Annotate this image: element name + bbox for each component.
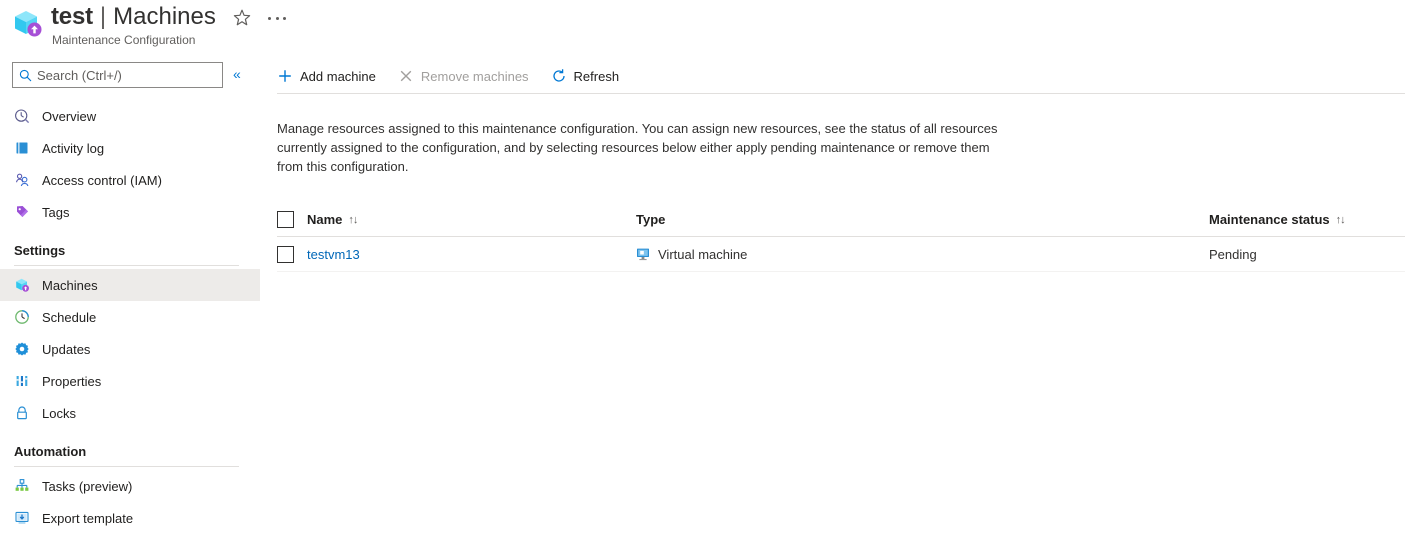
- sidebar-item-properties[interactable]: Properties: [0, 365, 260, 397]
- column-header-label: Type: [636, 212, 666, 227]
- column-header-label: Maintenance status: [1209, 212, 1330, 227]
- properties-icon: [14, 373, 30, 389]
- cell-name: testvm13: [307, 247, 636, 262]
- page-title: test | Machines: [51, 0, 216, 34]
- activity-log-icon: [14, 140, 30, 156]
- refresh-button[interactable]: Refresh: [551, 60, 630, 92]
- sidebar-item-tasks[interactable]: Tasks (preview): [0, 470, 260, 502]
- sidebar-item-activity-log[interactable]: Activity log: [0, 132, 260, 164]
- search-input[interactable]: Search (Ctrl+/): [12, 62, 223, 88]
- tags-icon: [14, 204, 30, 220]
- remove-machines-label: Remove machines: [420, 68, 529, 84]
- search-placeholder: Search (Ctrl+/): [37, 67, 122, 83]
- sidebar: Search (Ctrl+/) « Overview Activity log …: [0, 56, 260, 527]
- updates-gear-icon: [14, 341, 30, 357]
- cell-type: Virtual machine: [636, 247, 1209, 262]
- refresh-label: Refresh: [573, 68, 620, 84]
- sidebar-group-label: Automation: [14, 444, 87, 459]
- column-header-type[interactable]: Type: [636, 212, 1209, 227]
- row-checkbox-cell: [277, 245, 307, 263]
- column-header-maintenance-status[interactable]: Maintenance status ↑↓: [1209, 212, 1405, 227]
- sidebar-item-label: Schedule: [42, 309, 97, 325]
- sidebar-item-updates[interactable]: Updates: [0, 333, 260, 365]
- select-all-checkbox-cell: [277, 211, 307, 228]
- machines-table: Name ↑↓ Type Maintenance status ↑↓ testv…: [277, 203, 1405, 272]
- refresh-icon: [551, 68, 567, 84]
- row-checkbox[interactable]: [277, 245, 294, 263]
- tasks-icon: [14, 478, 30, 494]
- virtual-machine-icon: [636, 247, 650, 261]
- select-all-checkbox[interactable]: [277, 211, 294, 228]
- sidebar-group-automation: Automation: [0, 429, 260, 463]
- page-title-section: Machines: [113, 3, 216, 30]
- command-bar-divider: [277, 93, 1405, 94]
- page-header: test | Machines Maintenance Configuratio…: [0, 0, 1405, 52]
- sort-icon[interactable]: ↑↓: [348, 214, 358, 226]
- lock-icon: [14, 405, 30, 421]
- machine-name-link[interactable]: testvm13: [307, 247, 360, 262]
- sidebar-nav-list: Overview Activity log Access control (IA…: [0, 100, 260, 534]
- cell-maintenance-status: Pending: [1209, 247, 1405, 262]
- page-subtitle: Maintenance Configuration: [52, 33, 196, 47]
- status-badge: Pending: [1209, 246, 1257, 262]
- access-control-icon: [14, 172, 30, 188]
- cross-icon: [398, 68, 414, 84]
- machines-icon: [14, 277, 30, 293]
- sidebar-divider: [14, 265, 239, 266]
- sidebar-item-schedule[interactable]: Schedule: [0, 301, 260, 333]
- table-row[interactable]: testvm13 Virtual machine Pending: [277, 237, 1405, 272]
- sidebar-item-machines[interactable]: Machines: [0, 269, 260, 301]
- type-label: Virtual machine: [658, 246, 748, 262]
- add-machine-button[interactable]: Add machine: [277, 60, 386, 92]
- sidebar-item-label: Export template: [42, 510, 134, 526]
- sidebar-item-access-control[interactable]: Access control (IAM): [0, 164, 260, 196]
- sidebar-item-export-template[interactable]: Export template: [0, 502, 260, 534]
- remove-machines-button[interactable]: Remove machines: [398, 60, 539, 92]
- sidebar-item-label: Access control (IAM): [42, 172, 162, 188]
- page-title-separator: |: [99, 3, 107, 30]
- plus-icon: [277, 68, 293, 84]
- sidebar-item-label: Overview: [42, 108, 97, 124]
- sidebar-item-label: Machines: [42, 277, 98, 293]
- command-bar: Add machine Remove machines Refresh: [277, 60, 641, 92]
- sidebar-divider: [14, 466, 239, 467]
- add-machine-label: Add machine: [300, 68, 376, 84]
- column-header-name[interactable]: Name ↑↓: [307, 212, 636, 227]
- sidebar-group-label: Settings: [14, 243, 66, 258]
- sidebar-item-label: Properties: [42, 373, 102, 389]
- sort-icon[interactable]: ↑↓: [1336, 214, 1346, 226]
- sidebar-item-label: Locks: [42, 405, 76, 421]
- main-content: Add machine Remove machines Refresh Mana…: [260, 56, 1405, 527]
- table-header-row: Name ↑↓ Type Maintenance status ↑↓: [277, 203, 1405, 237]
- sidebar-item-label: Tags: [42, 204, 70, 220]
- sidebar-item-label: Activity log: [42, 140, 105, 156]
- export-template-icon: [14, 510, 30, 526]
- sidebar-item-locks[interactable]: Locks: [0, 397, 260, 429]
- page-title-resource: test: [51, 3, 93, 30]
- sidebar-group-settings: Settings: [0, 228, 260, 262]
- description-text: Manage resources assigned to this mainte…: [277, 121, 998, 174]
- sidebar-item-overview[interactable]: Overview: [0, 100, 260, 132]
- sidebar-item-label: Tasks (preview): [42, 478, 133, 494]
- sidebar-item-tags[interactable]: Tags: [0, 196, 260, 228]
- search-icon: [19, 69, 32, 82]
- chevron-double-left-icon[interactable]: «: [233, 67, 241, 81]
- sidebar-item-label: Updates: [42, 341, 91, 357]
- schedule-clock-icon: [14, 309, 30, 325]
- ellipsis-icon[interactable]: [268, 9, 286, 27]
- star-icon[interactable]: [232, 8, 252, 28]
- overview-icon: [14, 108, 30, 124]
- column-header-label: Name: [307, 212, 343, 227]
- maintenance-configuration-icon: [10, 6, 44, 40]
